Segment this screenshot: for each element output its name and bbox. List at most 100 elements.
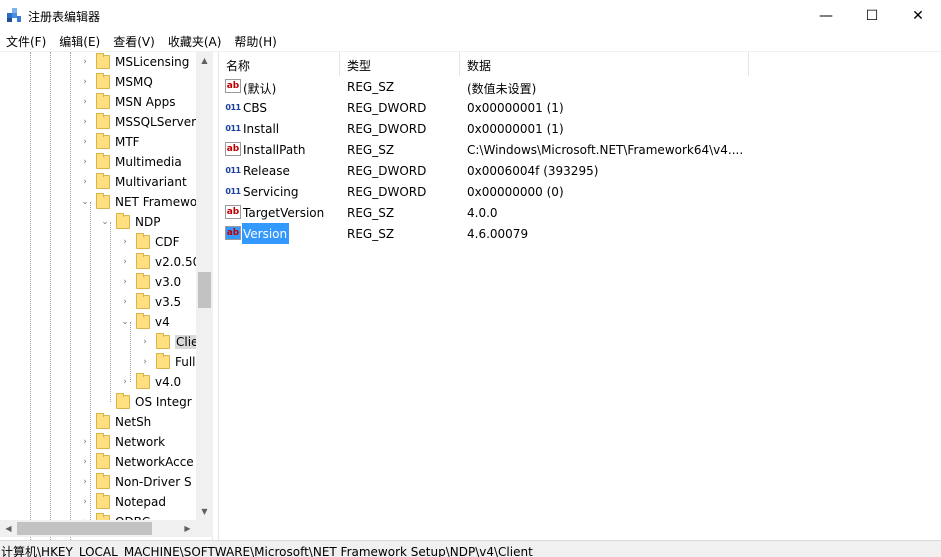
value-type: REG_SZ xyxy=(347,227,395,241)
menu-view[interactable]: 查看(V) xyxy=(107,31,162,51)
menu-file[interactable]: 文件(F) xyxy=(0,31,53,51)
tree-guide-line xyxy=(50,52,51,540)
value-list[interactable]: 名称 类型 数据 ab (默认) REG_SZ (数值未设置) 011 CBS REG_DW… xyxy=(218,52,941,540)
tree-item-label: NDP xyxy=(135,215,161,229)
folder-icon xyxy=(136,233,150,249)
tree-item[interactable]: NetSh xyxy=(80,412,151,432)
tree-expander-icon[interactable]: › xyxy=(80,437,90,447)
tree-expander-icon[interactable]: ⌄ xyxy=(80,197,90,207)
value-row[interactable]: ab (默认) REG_SZ (数值未设置) xyxy=(219,76,941,97)
scroll-left-arrow-icon[interactable]: ◀ xyxy=(0,520,17,537)
tree-item[interactable]: › MSN Apps xyxy=(80,92,175,112)
scroll-thumb[interactable] xyxy=(198,272,211,308)
tree-expander-icon[interactable]: › xyxy=(80,457,90,467)
tree-item[interactable]: › v3.0 xyxy=(120,272,181,292)
tree-item[interactable]: › MSLicensing xyxy=(80,52,189,72)
tree-expander-icon[interactable]: ⌄ xyxy=(100,217,110,227)
tree-expander-icon[interactable] xyxy=(100,397,110,407)
scroll-right-arrow-icon[interactable]: ▶ xyxy=(179,520,196,537)
tree-expander-icon[interactable]: ⌄ xyxy=(120,317,130,327)
tree-expander-icon[interactable]: › xyxy=(80,477,90,487)
folder-icon xyxy=(156,333,170,349)
status-bar-path: 计算机\HKEY_LOCAL_MACHINE\SOFTWARE\Microsof… xyxy=(0,540,941,557)
tree-expander-icon[interactable]: › xyxy=(80,497,90,507)
tree-item[interactable]: › Network xyxy=(80,432,165,452)
tree-expander-icon[interactable]: › xyxy=(80,77,90,87)
tree-expander-icon[interactable]: › xyxy=(120,297,130,307)
menu-edit[interactable]: 编辑(E) xyxy=(53,31,107,51)
scroll-thumb-horizontal[interactable] xyxy=(17,522,152,535)
value-type: REG_SZ xyxy=(347,80,395,94)
tree-item[interactable]: › MTF xyxy=(80,132,140,152)
tree-item[interactable]: › v2.0.50 xyxy=(120,252,200,272)
value-data: 0x0006004f (393295) xyxy=(467,164,599,178)
tree-expander-icon[interactable]: › xyxy=(80,117,90,127)
tree-expander-icon[interactable]: › xyxy=(140,337,150,347)
tree-expander-icon[interactable] xyxy=(80,417,90,427)
folder-icon xyxy=(136,313,150,329)
tree-expander-icon[interactable]: › xyxy=(120,257,130,267)
key-tree[interactable]: › MSLicensing › MSMQ › MSN Apps › MSSQLServer › M… xyxy=(0,52,213,540)
tree-item[interactable]: ⌄ NDP xyxy=(100,212,160,232)
tree-expander-icon[interactable]: › xyxy=(80,97,90,107)
folder-icon xyxy=(96,413,110,429)
tree-item[interactable]: › NetworkAcce xyxy=(80,452,194,472)
tree-guide-line xyxy=(30,52,31,540)
tree-expander-icon[interactable]: › xyxy=(80,137,90,147)
menu-help[interactable]: 帮助(H) xyxy=(228,31,283,51)
window-title: 注册表编辑器 xyxy=(28,10,101,24)
folder-icon xyxy=(96,493,110,509)
scroll-down-arrow-icon[interactable]: ▼ xyxy=(196,503,213,520)
tree-expander-icon[interactable]: › xyxy=(80,177,90,187)
maximize-button[interactable]: ☐ xyxy=(849,0,895,31)
tree-item[interactable]: ⌄ NET Framewo xyxy=(80,192,197,212)
tree-item[interactable]: OS Integr xyxy=(100,392,192,412)
tree-item[interactable]: › Full xyxy=(140,352,196,372)
value-row[interactable]: ab InstallPath REG_SZ C:\Windows\Microsoft.… xyxy=(219,139,941,160)
value-data: (数值未设置) xyxy=(467,82,537,96)
tree-item-label: OS Integr xyxy=(135,395,192,409)
value-type: REG_DWORD xyxy=(347,164,427,178)
value-row[interactable]: 011 CBS REG_DWORD 0x00000001 (1) xyxy=(219,97,941,118)
tree-expander-icon[interactable]: › xyxy=(120,377,130,387)
tree-item[interactable]: › Multivariant xyxy=(80,172,187,192)
tree-expander-icon[interactable]: › xyxy=(120,277,130,287)
value-row[interactable]: ab Version REG_SZ 4.6.00079 xyxy=(219,223,941,244)
value-data: 0x00000001 (1) xyxy=(467,122,564,136)
tree-item[interactable]: › Clie xyxy=(140,332,200,352)
tree-item[interactable]: › Multimedia xyxy=(80,152,182,172)
tree-expander-icon[interactable]: › xyxy=(80,157,90,167)
dword-value-icon: 011 xyxy=(225,102,241,112)
tree-item-label: v4 xyxy=(155,315,170,329)
tree-item-label: MSSQLServer xyxy=(115,115,197,129)
column-name[interactable]: 名称 xyxy=(219,52,340,76)
tree-item[interactable]: › MSSQLServer xyxy=(80,112,196,132)
value-type: REG_SZ xyxy=(347,143,395,157)
tree-item[interactable]: › Notepad xyxy=(80,492,166,512)
tree-horizontal-scrollbar[interactable]: ◀ ▶ xyxy=(0,520,213,537)
scroll-up-arrow-icon[interactable]: ▲ xyxy=(196,52,213,69)
tree-item[interactable]: › MSMQ xyxy=(80,72,153,92)
tree-item[interactable]: › v3.5 xyxy=(120,292,181,312)
value-row[interactable]: 011 Install REG_DWORD 0x00000001 (1) xyxy=(219,118,941,139)
tree-item-label: Network xyxy=(115,435,166,449)
value-row[interactable]: ab TargetVersion REG_SZ 4.0.0 xyxy=(219,202,941,223)
value-row[interactable]: 011 Servicing REG_DWORD 0x00000000 (0) xyxy=(219,181,941,202)
close-button[interactable]: ✕ xyxy=(895,0,941,31)
column-type[interactable]: 类型 xyxy=(340,52,460,76)
tree-expander-icon[interactable]: › xyxy=(80,57,90,67)
tree-item[interactable]: ⌄ v4 xyxy=(120,312,170,332)
minimize-button[interactable]: — xyxy=(803,0,849,31)
tree-item[interactable]: › v4.0 xyxy=(120,372,181,392)
tree-expander-icon[interactable]: › xyxy=(120,237,130,247)
menu-favorites[interactable]: 收藏夹(A) xyxy=(162,31,229,51)
folder-icon xyxy=(96,133,110,149)
tree-vertical-scrollbar[interactable]: ▲ ▼ xyxy=(196,52,213,520)
folder-icon xyxy=(136,293,150,309)
string-value-icon: ab xyxy=(225,142,241,156)
tree-item[interactable]: › CDF xyxy=(120,232,180,252)
tree-item[interactable]: › Non-Driver S xyxy=(80,472,192,492)
tree-expander-icon[interactable]: › xyxy=(140,357,150,367)
column-data[interactable]: 数据 xyxy=(460,52,749,76)
value-row[interactable]: 011 Release REG_DWORD 0x0006004f (393295) xyxy=(219,160,941,181)
